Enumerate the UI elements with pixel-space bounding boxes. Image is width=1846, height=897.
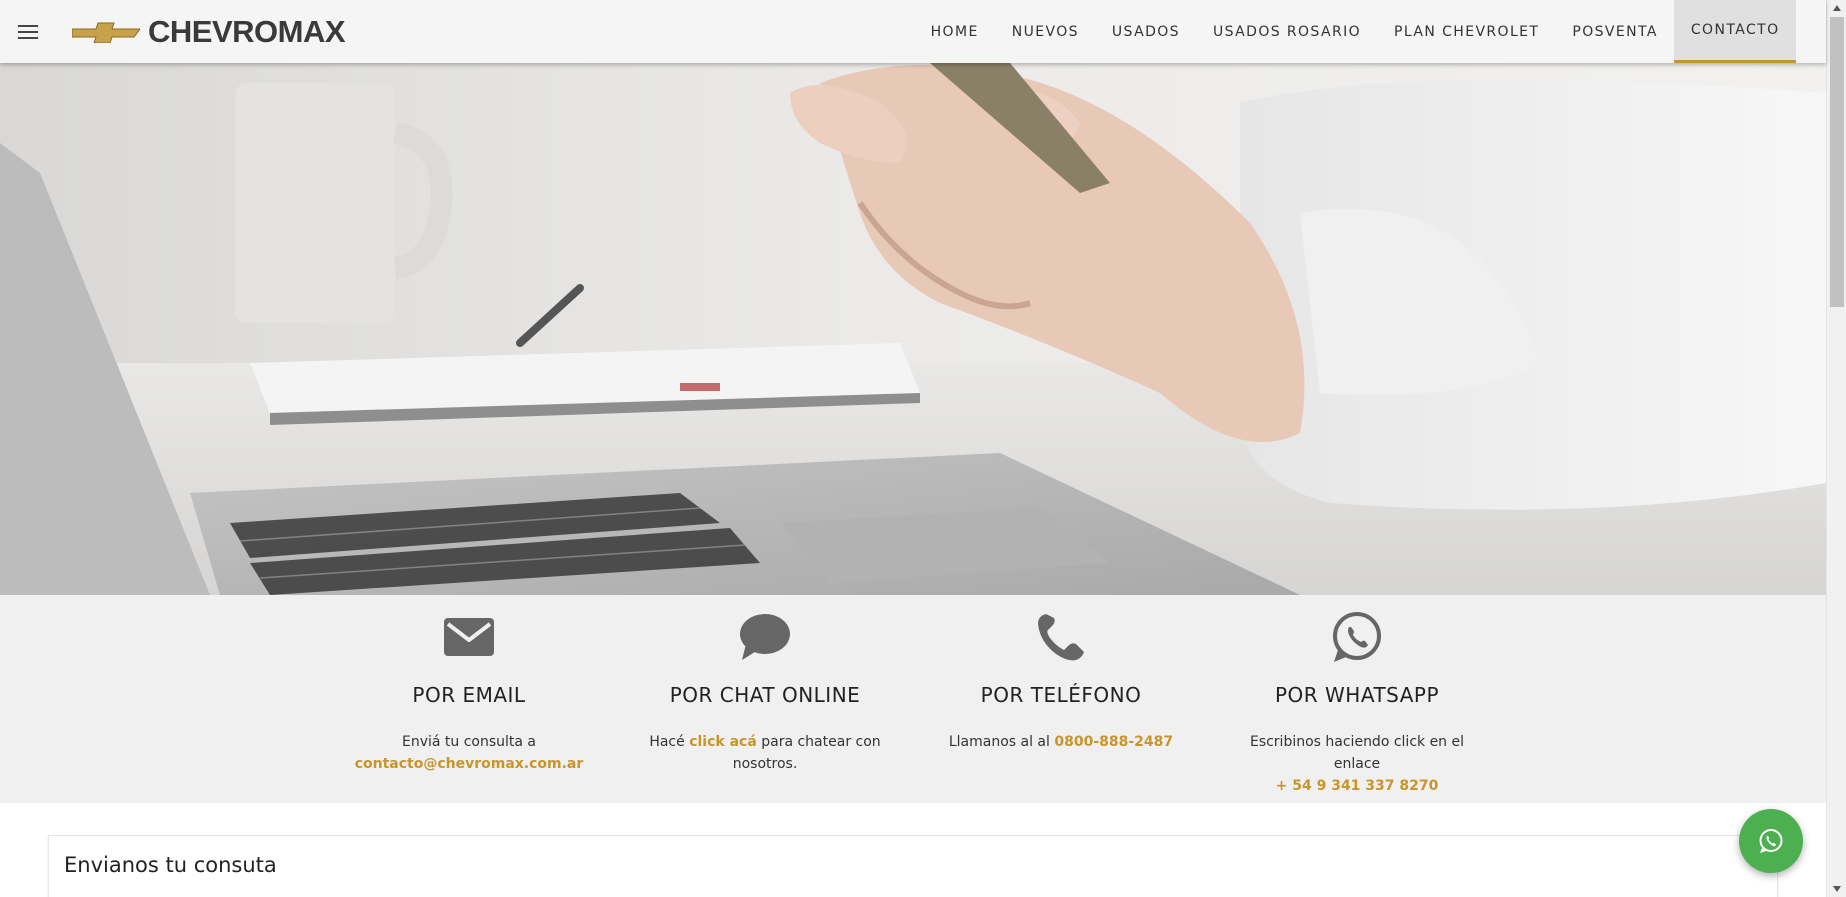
nav-posventa[interactable]: POSVENTA (1556, 0, 1675, 63)
nav-contacto[interactable]: CONTACTO (1674, 0, 1796, 63)
main-nav: HOME NUEVOS USADOS USADOS ROSARIO PLAN C… (914, 0, 1796, 63)
scrollbar-thumb[interactable] (1830, 17, 1844, 307)
phone-link[interactable]: 0800-888-2487 (1054, 734, 1173, 750)
chat-text-prefix: Hacé (649, 734, 685, 750)
whatsapp-link[interactable]: + 54 9 341 337 8270 (1276, 778, 1439, 794)
email-link[interactable]: contacto@chevromax.com.ar (355, 756, 584, 772)
contact-form-card: Envianos tu consuta (48, 835, 1778, 897)
contact-option-chat: POR CHAT ONLINE Hacé click acá para chat… (635, 595, 895, 775)
brand-name: CHEVROMAX (148, 13, 346, 49)
contact-option-phone: POR TELÉFONO Llamanos al al 0800-888-248… (931, 595, 1191, 753)
email-text-prefix: Enviá tu consulta a (401, 734, 537, 750)
nav-home[interactable]: HOME (914, 0, 995, 63)
whatsapp-text-prefix: Escribinos haciendo click en el enlace (1249, 734, 1465, 772)
email-icon (444, 618, 494, 656)
chat-link[interactable]: click acá (689, 734, 757, 750)
form-title: Envianos tu consuta (64, 853, 277, 877)
whatsapp-text: Escribinos haciendo click en el enlace +… (1227, 731, 1487, 797)
scroll-up-arrow-icon[interactable] (1827, 0, 1846, 16)
nav-usados[interactable]: USADOS (1095, 0, 1196, 63)
whatsapp-icon (1333, 612, 1381, 662)
menu-icon (18, 24, 38, 39)
phone-icon (1038, 614, 1084, 661)
chevrolet-bowtie-logo (72, 22, 140, 43)
nav-usados-rosario[interactable]: USADOS ROSARIO (1196, 0, 1377, 63)
phone-title: POR TELÉFONO (980, 683, 1142, 707)
email-title: POR EMAIL (412, 683, 526, 707)
phone-text: Llamanos al al 0800-888-2487 (931, 731, 1191, 753)
hero-image (0, 63, 1826, 595)
scroll-down-arrow-icon[interactable] (1827, 881, 1846, 897)
whatsapp-float-button[interactable] (1739, 809, 1803, 873)
top-navbar: CHEVROMAX HOME NUEVOS USADOS USADOS ROSA… (0, 0, 1826, 63)
brand-logo-link[interactable]: CHEVROMAX (72, 13, 346, 50)
whatsapp-icon (1759, 829, 1783, 853)
phone-text-prefix: Llamanos al al (948, 734, 1050, 750)
contact-option-whatsapp: POR WHATSAPP Escribinos haciendo click e… (1227, 595, 1487, 797)
contact-option-email: POR EMAIL Enviá tu consulta a contacto@c… (339, 595, 599, 775)
page-scrollbar[interactable] (1826, 0, 1846, 897)
whatsapp-title: POR WHATSAPP (1274, 683, 1440, 707)
nav-plan-chevrolet[interactable]: PLAN CHEVROLET (1378, 0, 1556, 63)
menu-button[interactable] (0, 0, 56, 63)
chat-title: POR CHAT ONLINE (669, 683, 861, 707)
hero-photo-illustration (0, 63, 1826, 595)
nav-nuevos[interactable]: NUEVOS (995, 0, 1095, 63)
chat-text: Hacé click acá para chatear con nosotros… (635, 731, 895, 775)
contact-options: POR EMAIL Enviá tu consulta a contacto@c… (0, 595, 1826, 803)
email-text: Enviá tu consulta a contacto@chevromax.c… (339, 731, 599, 775)
chat-icon (740, 614, 790, 660)
